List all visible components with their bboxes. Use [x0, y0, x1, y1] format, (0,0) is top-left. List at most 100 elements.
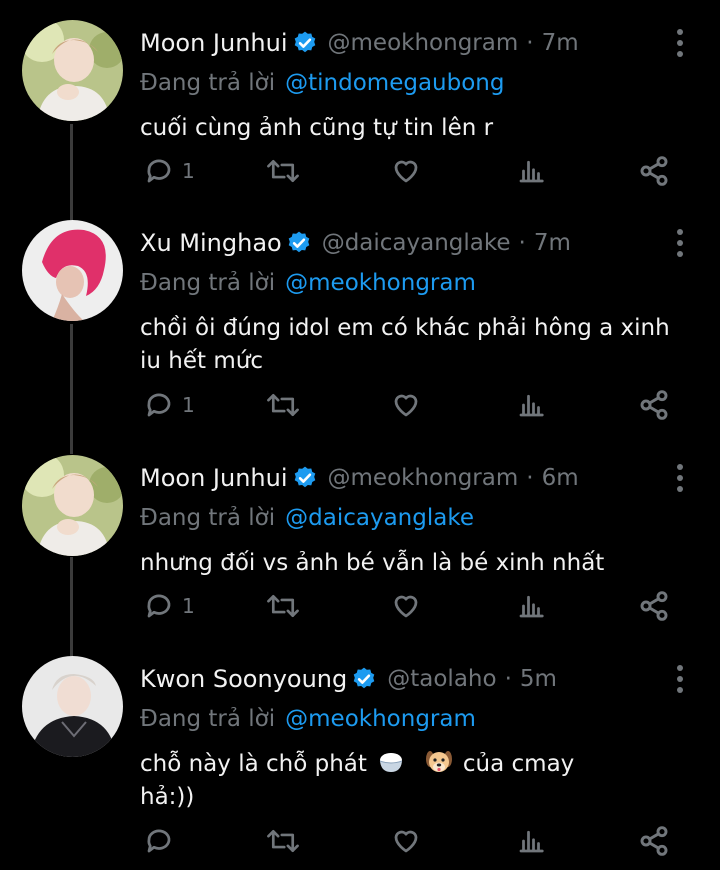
heart-icon — [394, 830, 418, 853]
analytics-button[interactable] — [516, 824, 546, 858]
more-options-icon[interactable] — [676, 664, 684, 694]
separator-dot: · — [504, 666, 512, 692]
action-bar — [140, 824, 680, 858]
retweet-icon — [267, 594, 299, 618]
retweet-icon — [267, 159, 299, 183]
retweet-button[interactable] — [266, 388, 300, 422]
like-button[interactable] — [390, 589, 422, 623]
action-bar: 1 — [140, 388, 680, 422]
replying-to: Đang trả lời @meokhongram — [140, 270, 476, 296]
mention-link[interactable]: @daicayanglake — [285, 505, 474, 531]
share-button[interactable] — [638, 154, 670, 188]
share-button[interactable] — [638, 824, 670, 858]
analytics-button[interactable] — [516, 154, 546, 188]
analytics-icon — [519, 394, 544, 417]
verified-badge-icon — [353, 667, 375, 689]
display-name[interactable]: Moon Junhui — [140, 29, 288, 57]
verified-badge-icon — [294, 466, 315, 488]
user-handle[interactable]: @taolaho — [387, 666, 496, 692]
share-icon — [640, 591, 668, 621]
replying-to-label: Đang trả lời — [140, 70, 276, 96]
display-name[interactable]: Kwon Soonyoung — [140, 665, 347, 693]
heart-icon — [394, 595, 418, 618]
analytics-button[interactable] — [516, 589, 546, 623]
timestamp[interactable]: 6m — [542, 465, 579, 491]
tweet[interactable]: Xu Minghao @daicayanglake · 7m Đang trả … — [0, 220, 720, 434]
retweet-button[interactable] — [266, 824, 300, 858]
more-options-icon[interactable] — [676, 463, 684, 493]
like-button[interactable] — [390, 824, 422, 858]
analytics-icon — [519, 830, 544, 853]
analytics-button[interactable] — [516, 388, 546, 422]
retweet-button[interactable] — [266, 589, 300, 623]
separator-dot: · — [518, 230, 526, 256]
display-name[interactable]: Moon Junhui — [140, 464, 288, 492]
share-icon — [640, 826, 668, 856]
tweet-header: Xu Minghao @daicayanglake · 7m — [140, 226, 571, 260]
reply-count: 1 — [182, 393, 195, 417]
more-options-icon[interactable] — [676, 28, 684, 58]
user-handle[interactable]: @meokhongram — [328, 465, 519, 491]
action-bar: 1 — [140, 589, 680, 623]
analytics-icon — [519, 595, 544, 618]
separator-dot: · — [526, 30, 534, 56]
tweet-text: chồi ôi đúng idol em có khác phải hông a… — [140, 315, 670, 374]
reply-icon — [147, 829, 171, 853]
action-bar: 1 — [140, 154, 680, 188]
timestamp[interactable]: 7m — [542, 30, 579, 56]
avatar[interactable] — [22, 20, 123, 121]
reply-icon — [147, 159, 171, 183]
share-button[interactable] — [638, 388, 670, 422]
heart-icon — [394, 394, 418, 417]
reply-button[interactable]: 1 — [144, 589, 195, 623]
tweet-header: Kwon Soonyoung @taolaho · 5m — [140, 662, 557, 696]
reply-button[interactable] — [144, 824, 182, 858]
like-button[interactable] — [390, 154, 422, 188]
user-handle[interactable]: @meokhongram — [328, 30, 519, 56]
heart-icon — [394, 160, 418, 183]
verified-badge-icon — [294, 31, 315, 53]
retweet-icon — [267, 393, 299, 417]
mention-link[interactable]: @tindomegaubong — [285, 70, 504, 96]
separator-dot: · — [526, 465, 534, 491]
replying-to: Đang trả lời @daicayanglake — [140, 505, 474, 531]
replying-to: Đang trả lời @meokhongram — [140, 706, 476, 732]
share-icon — [640, 156, 668, 186]
timestamp[interactable]: 5m — [520, 666, 557, 692]
mention-link[interactable]: @meokhongram — [285, 270, 476, 296]
share-button[interactable] — [638, 589, 670, 623]
reply-icon — [147, 393, 171, 417]
replying-to: Đang trả lời @tindomegaubong — [140, 70, 504, 96]
display-name[interactable]: Xu Minghao — [140, 229, 282, 257]
reply-count: 1 — [182, 159, 195, 183]
tweet-text: cuối cùng ảnh cũng tự tin lên r — [140, 115, 494, 141]
reply-button[interactable]: 1 — [144, 388, 195, 422]
tweet-text-part: của cmay — [462, 751, 575, 777]
reply-count: 1 — [182, 594, 195, 618]
avatar[interactable] — [22, 455, 123, 556]
share-icon — [640, 390, 668, 420]
more-options-icon[interactable] — [676, 228, 684, 258]
user-handle[interactable]: @daicayanglake — [322, 230, 511, 256]
tweet[interactable]: Moon Junhui @meokhongram · 6m Đang trả l… — [0, 455, 720, 635]
retweet-icon — [267, 829, 299, 853]
reply-button[interactable]: 1 — [144, 154, 195, 188]
reply-icon — [147, 594, 171, 618]
timestamp[interactable]: 7m — [534, 230, 571, 256]
avatar[interactable] — [22, 656, 123, 757]
retweet-button[interactable] — [266, 154, 300, 188]
tweet[interactable]: Moon Junhui @meokhongram · 7m Đang trả l… — [0, 20, 720, 200]
analytics-icon — [519, 160, 544, 183]
rice-bowl-icon — [379, 753, 403, 772]
tweet[interactable]: Kwon Soonyoung @taolaho · 5m Đang trả lờ… — [0, 656, 720, 866]
avatar[interactable] — [22, 220, 123, 321]
tweet-text-part: chỗ này là chỗ phát — [140, 751, 367, 777]
tweet-text-part: hả:)) — [140, 784, 195, 810]
mention-link[interactable]: @meokhongram — [285, 706, 476, 732]
tweet-header: Moon Junhui @meokhongram · 7m — [140, 26, 579, 60]
like-button[interactable] — [390, 388, 422, 422]
dog-face-icon — [425, 751, 452, 772]
tweet-text: chỗ này là chỗ phát của cmay hả:)) — [140, 748, 680, 814]
tweet-text: nhưng đối vs ảnh bé vẫn là bé xinh nhất — [140, 550, 605, 576]
replying-to-label: Đang trả lời — [140, 505, 276, 531]
